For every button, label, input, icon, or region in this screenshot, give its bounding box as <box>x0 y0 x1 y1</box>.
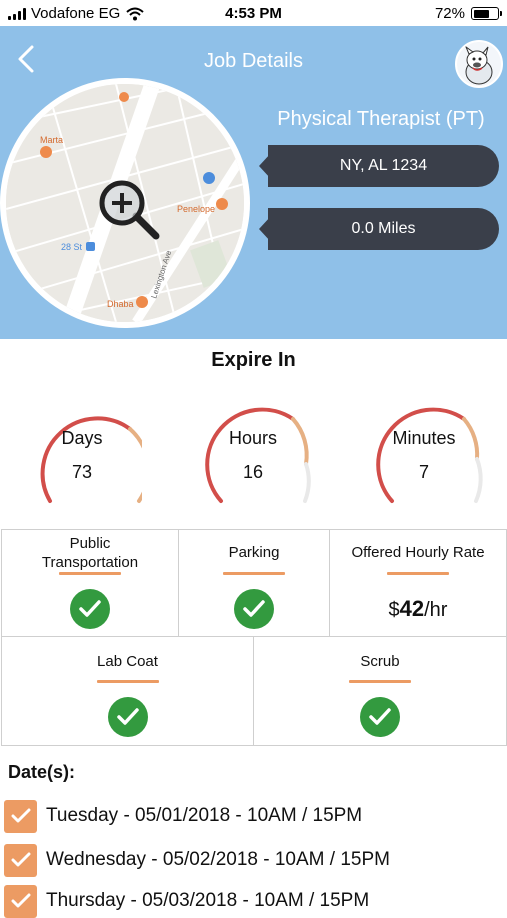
label-underline <box>387 572 449 575</box>
expire-title: Expire In <box>211 349 296 371</box>
checkbox-icon[interactable] <box>4 884 37 918</box>
map-preview[interactable]: Marta Penelope 28 St Dhaba Lexington Ave <box>6 84 244 322</box>
location-text: NY, AL 1234 <box>339 157 428 174</box>
date-text: Thursday - 05/03/2018 - 10AM / 15PM <box>46 890 370 911</box>
map-pin-icon <box>136 296 148 308</box>
subway-icon <box>86 242 95 251</box>
check-icon <box>360 697 400 737</box>
map-label-penelope: Penelope <box>177 204 215 214</box>
hours-label: Hours <box>228 428 277 448</box>
map-pin-icon <box>40 146 52 158</box>
avatar[interactable] <box>455 40 503 88</box>
lab-coat-label: Lab Coat <box>97 653 158 670</box>
job-header: Job Details Marta Penelope 28 St Dhaba L… <box>0 26 507 339</box>
date-item[interactable]: Thursday - 05/03/2018 - 10AM / 15PM <box>4 884 369 918</box>
battery-icon <box>471 7 502 20</box>
hourly-rate-label: Offered Hourly Rate <box>351 544 485 561</box>
minutes-label: Minutes <box>392 428 456 448</box>
status-right: 72% <box>434 5 502 22</box>
hours-value: 16 <box>242 462 264 482</box>
days-value: 73 <box>71 462 93 482</box>
checkbox-icon[interactable] <box>4 843 37 877</box>
map-pin-icon <box>119 92 129 102</box>
date-item[interactable]: Wednesday - 05/02/2018 - 10AM / 15PM <box>4 843 390 877</box>
parking-label: Parking <box>228 544 280 561</box>
date-text: Tuesday - 05/01/2018 - 10AM / 15PM <box>46 805 363 826</box>
hourly-rate-cell: Offered Hourly Rate $42/hr <box>330 530 506 636</box>
dates-title: Date(s): <box>8 762 76 782</box>
battery-fill <box>473 9 490 18</box>
hourly-rate-value: $42/hr <box>388 596 448 621</box>
label-underline <box>59 572 121 575</box>
days-label: Days <box>61 428 103 448</box>
minutes-value: 7 <box>418 462 429 482</box>
map-label-28st: 28 St <box>61 242 83 252</box>
scrub-label: Scrub <box>360 653 400 670</box>
hours-gauge: Hours 16 <box>193 404 313 514</box>
scrub-cell: Scrub <box>254 637 506 745</box>
page-title: Job Details <box>204 50 303 72</box>
distance-pill: 0.0 Miles <box>259 208 499 250</box>
map-pin-icon <box>216 198 228 210</box>
check-icon <box>70 589 110 629</box>
minutes-gauge: Minutes 7 <box>364 404 484 514</box>
location-pill: NY, AL 1234 <box>259 145 499 187</box>
amenities-row: Public Transportation Parking Offered Ho… <box>1 529 507 637</box>
public-transportation-cell: Public Transportation <box>2 530 179 636</box>
map-pin-icon <box>203 172 215 184</box>
date-item[interactable]: Tuesday - 05/01/2018 - 10AM / 15PM <box>4 799 362 833</box>
status-bar: Vodafone EG 4:53 PM 72% <box>0 0 507 26</box>
checkbox-icon[interactable] <box>4 799 37 833</box>
map-label-marta: Marta <box>40 135 63 145</box>
check-icon <box>107 697 148 737</box>
distance-text: 0.0 Miles <box>351 220 416 237</box>
amenities-row: Lab Coat Scrub <box>1 636 507 746</box>
check-icon <box>234 589 274 629</box>
label-underline <box>96 680 159 683</box>
public-transportation-label: Public Transportation <box>41 535 139 571</box>
label-underline <box>223 572 285 575</box>
date-text: Wednesday - 05/02/2018 - 10AM / 15PM <box>46 849 390 870</box>
mascot-avatar-icon <box>464 45 493 85</box>
lab-coat-cell: Lab Coat <box>2 637 254 745</box>
battery-percent: 72% <box>434 5 465 22</box>
job-title: Physical Therapist (PT) <box>277 108 485 130</box>
map-label-dhaba: Dhaba <box>107 299 134 309</box>
parking-cell: Parking <box>179 530 330 636</box>
days-gauge: Days 73 <box>22 404 142 514</box>
label-underline <box>349 680 411 683</box>
status-time: 4:53 PM <box>225 5 282 22</box>
